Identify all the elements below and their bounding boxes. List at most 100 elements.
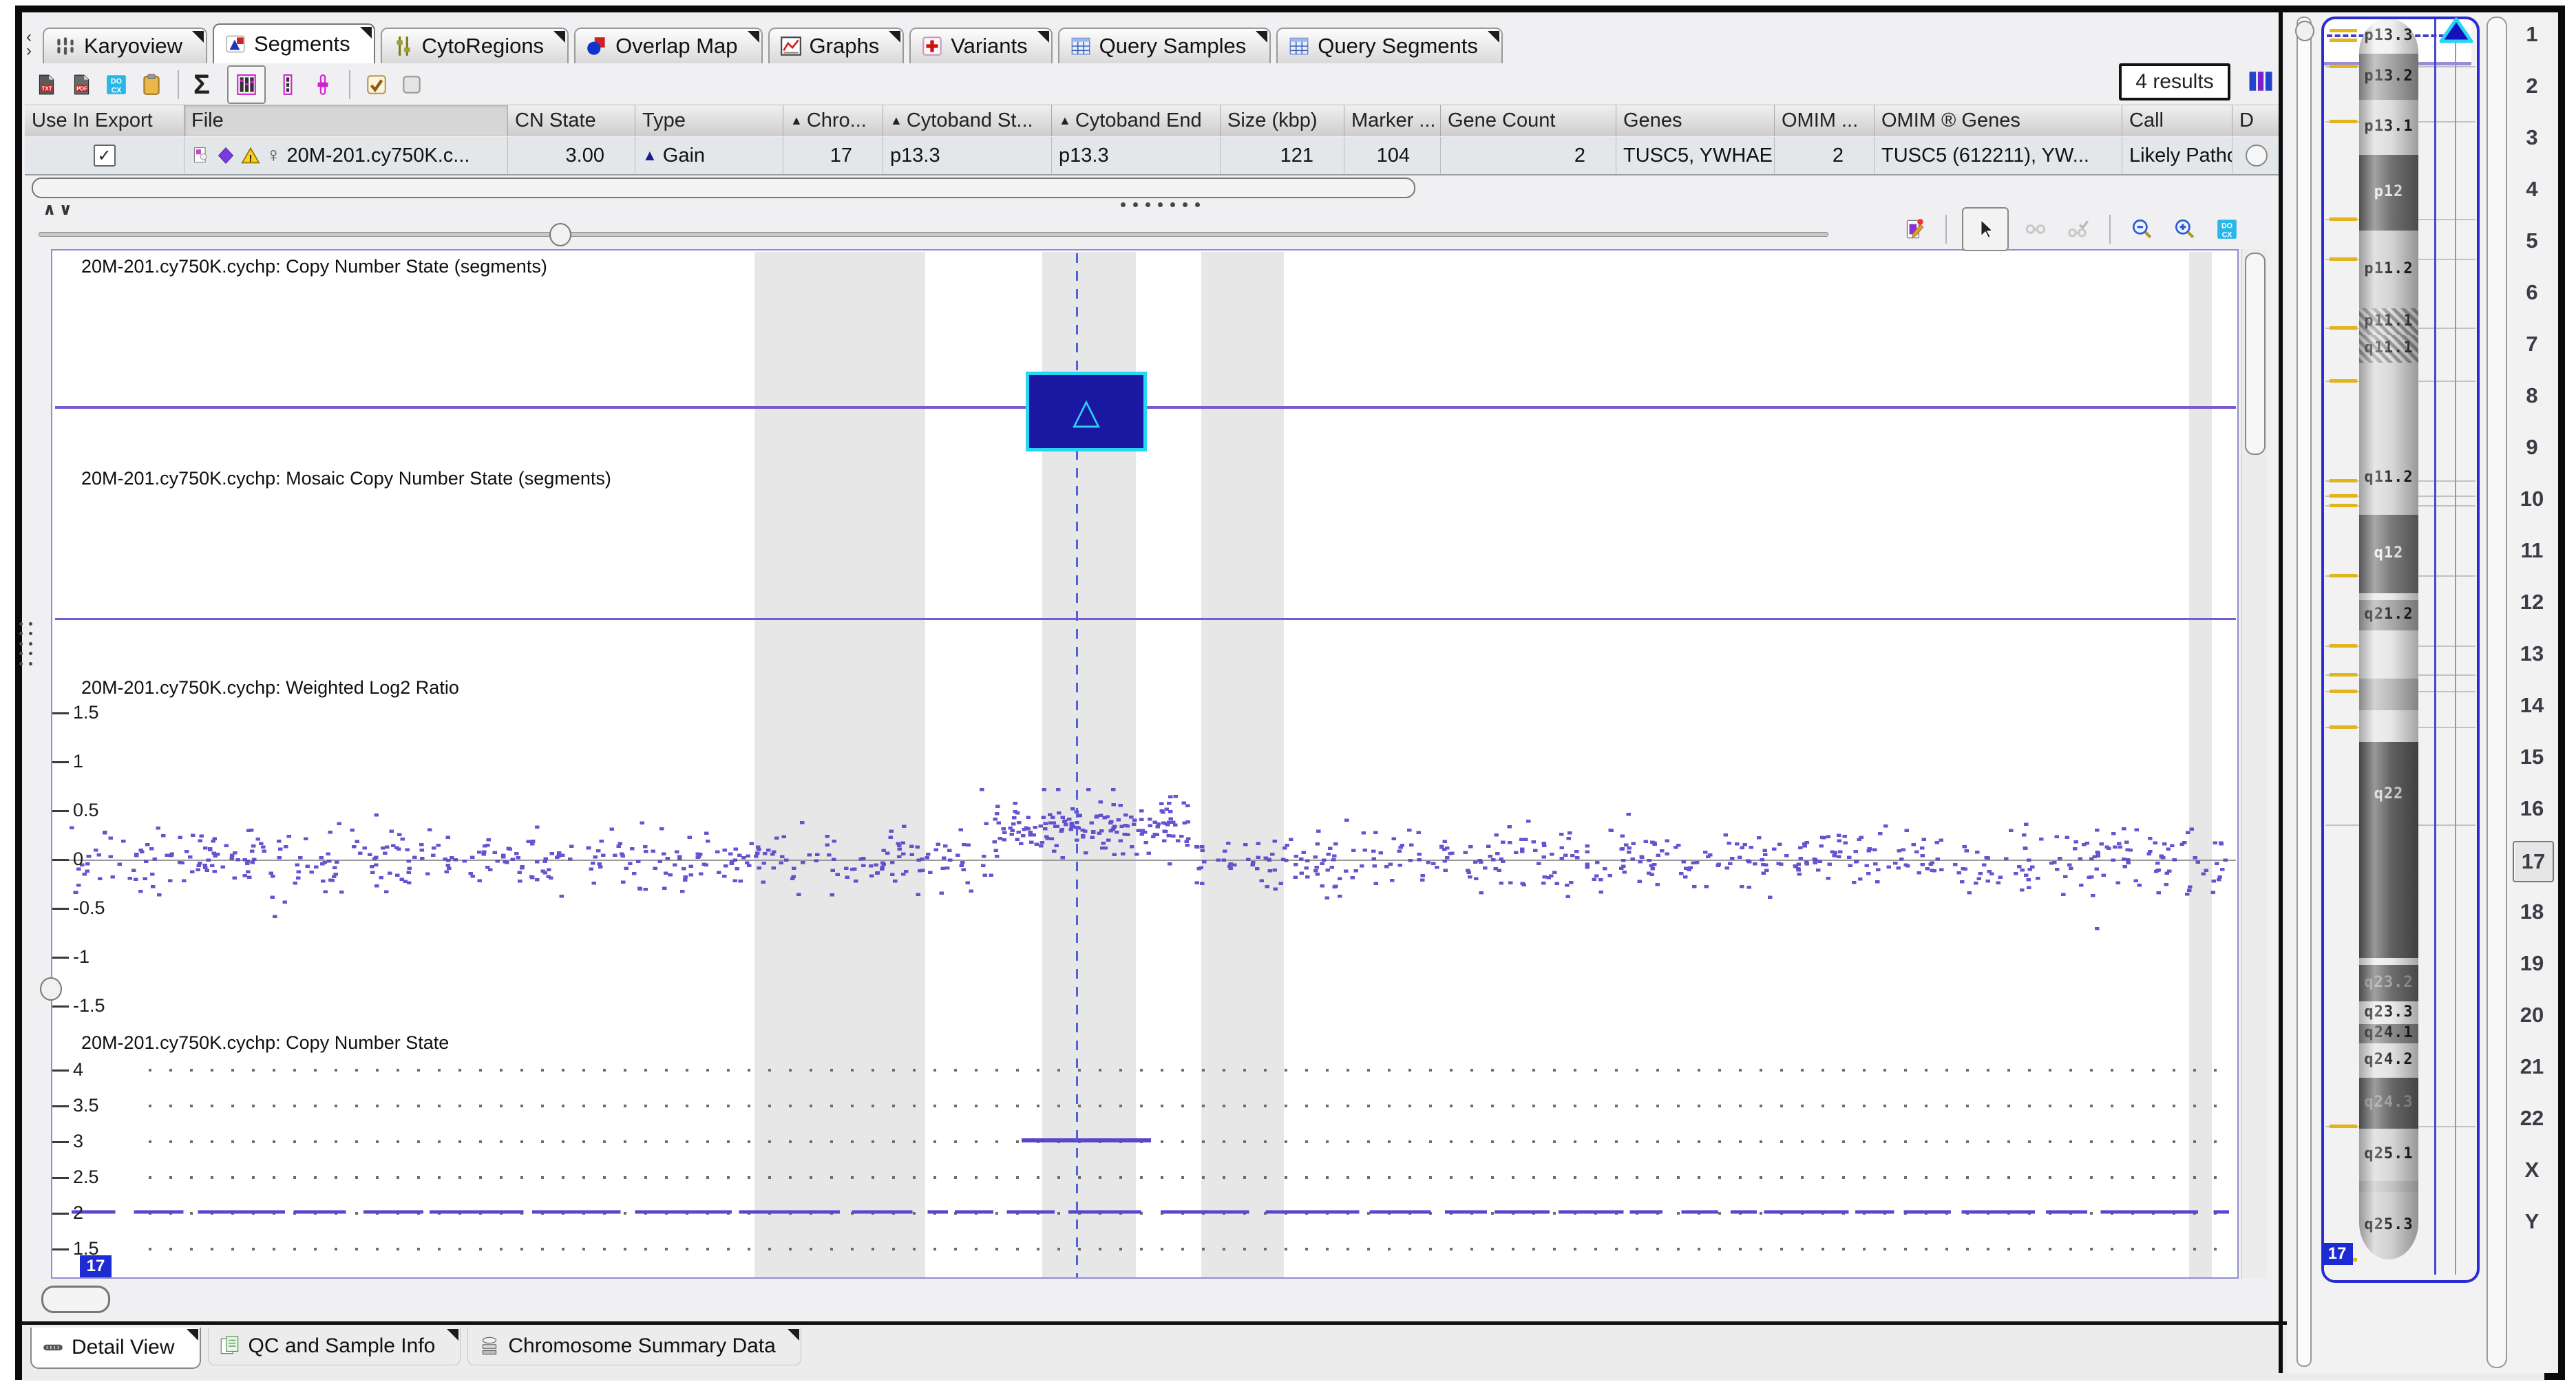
column-header-d[interactable]: D xyxy=(2232,105,2281,136)
chromosome-item-13[interactable]: 13 xyxy=(2513,635,2551,673)
chromosome-item-11[interactable]: 11 xyxy=(2513,531,2551,570)
ideogram-scrollbar[interactable] xyxy=(2487,17,2507,1368)
clear-all-checkbox-button[interactable] xyxy=(399,72,425,98)
chromosome-item-14[interactable]: 14 xyxy=(2513,686,2551,725)
column-header-type[interactable]: Type xyxy=(635,105,783,136)
table-horizontal-scrollbar[interactable] xyxy=(32,178,1415,198)
view-strip-button[interactable] xyxy=(275,72,301,98)
bottom-tab-label: Chromosome Summary Data xyxy=(508,1334,775,1358)
chromosome-item-5[interactable]: 5 xyxy=(2513,222,2551,260)
column-header-call[interactable]: Call xyxy=(2122,105,2232,136)
row-status-circle-icon xyxy=(2246,145,2268,167)
collapse-icon[interactable]: ∧ xyxy=(43,200,56,220)
cell-extra xyxy=(2232,137,2281,174)
cell-marker-count: 104 xyxy=(1344,137,1441,174)
export-txt-button[interactable]: TXT xyxy=(33,72,59,98)
view-table-button[interactable] xyxy=(227,65,266,104)
chromosome-item-19[interactable]: 19 xyxy=(2513,944,2551,983)
tab-scroll-buttons[interactable]: ‹› xyxy=(26,30,32,58)
chromosome-ideogram[interactable]: p13.3p13.2p13.1p12p11.2p11.1q11.1q11.2q1… xyxy=(2359,19,2418,1259)
column-header-omim-[interactable]: OMIM ... xyxy=(1775,105,1875,136)
sigma-button[interactable]: Σ xyxy=(192,72,218,98)
column-header-marker-[interactable]: Marker ... xyxy=(1344,105,1441,136)
ideogram-zoom-thumb[interactable] xyxy=(2295,21,2314,41)
chromosome-item-21[interactable]: 21 xyxy=(2513,1047,2551,1086)
bottom-tab-chromosome-summary-data[interactable]: Chromosome Summary Data xyxy=(467,1328,801,1365)
left-slider-thumb[interactable] xyxy=(40,977,62,1001)
table-row[interactable]: ✓!♀20M-201.cy750K.c...3.00▲Gain17p13.3p1… xyxy=(25,137,2281,175)
detail-plot[interactable]: 20M-201.cy750K.cychp: Copy Number State … xyxy=(51,249,2239,1279)
zoom-in-button[interactable] xyxy=(2168,213,2200,245)
row-checkbox[interactable]: ✓ xyxy=(94,145,116,167)
chromosome-item-3[interactable]: 3 xyxy=(2513,118,2551,157)
column-header-omim-genes[interactable]: OMIM ® Genes xyxy=(1875,105,2122,136)
chromosome-item-2[interactable]: 2 xyxy=(2513,67,2551,105)
chromosome-item-1[interactable]: 1 xyxy=(2513,15,2551,54)
chromosome-item-17[interactable]: 17 xyxy=(2513,841,2554,882)
annotation-button[interactable] xyxy=(1899,213,1930,245)
zoom-out-button[interactable] xyxy=(2126,213,2157,245)
chromosome-item-6[interactable]: 6 xyxy=(2513,273,2551,312)
cursor-button[interactable] xyxy=(1962,207,2009,251)
chromosome-item-15[interactable]: 15 xyxy=(2513,738,2551,776)
copy-clipboard-button[interactable] xyxy=(138,72,165,98)
export-docx-button[interactable]: DOCX xyxy=(103,72,129,98)
chromosome-item-18[interactable]: 18 xyxy=(2513,893,2551,931)
chromosome-item-16[interactable]: 16 xyxy=(2513,789,2551,828)
column-header-gene-count[interactable]: Gene Count xyxy=(1441,105,1616,136)
zoom-slider-thumb[interactable] xyxy=(549,223,571,246)
column-header-use-in-export[interactable]: Use In Export xyxy=(25,105,184,136)
zoom-slider-track[interactable] xyxy=(39,232,1828,237)
chromosome-item-8[interactable]: 8 xyxy=(2513,376,2551,415)
marker-tick-icon xyxy=(2330,379,2357,383)
tab-overlap-map[interactable]: Overlap Map xyxy=(574,28,762,63)
plot-vertical-scrollbar[interactable] xyxy=(2241,249,2267,1279)
chromosome-item-22[interactable]: 22 xyxy=(2513,1099,2551,1138)
chromosome-item-9[interactable]: 9 xyxy=(2513,428,2551,467)
log2-tick-label: 1 xyxy=(73,751,83,772)
tab-cytoregions[interactable]: CytoRegions xyxy=(381,28,569,63)
column-header-file[interactable]: File xyxy=(184,105,508,136)
tab-query-segments[interactable]: Query Segments xyxy=(1276,28,1503,63)
chromosome-item-Y[interactable]: Y xyxy=(2513,1202,2551,1241)
export-docx-button[interactable]: DOCX xyxy=(2211,213,2243,245)
columns-icon[interactable] xyxy=(2246,66,2276,96)
chromosome-item-X[interactable]: X xyxy=(2513,1151,2551,1189)
tab-segments[interactable]: Segments xyxy=(213,23,375,63)
chromosome-item-4[interactable]: 4 xyxy=(2513,170,2551,209)
tab-query-samples[interactable]: Query Samples xyxy=(1058,28,1271,63)
row-height-buttons[interactable]: ∧∨ xyxy=(43,200,72,220)
ideogram-zoom-track[interactable] xyxy=(2297,17,2312,1367)
column-header-genes[interactable]: Genes xyxy=(1616,105,1775,136)
bottom-tab-detail-view[interactable]: Detail View xyxy=(30,1328,201,1369)
zoom-slider[interactable] xyxy=(39,227,1828,239)
chromosome-item-20[interactable]: 20 xyxy=(2513,996,2551,1034)
tab-corner-icon xyxy=(192,31,204,43)
column-header-cytoband-end[interactable]: ▲Cytoband End xyxy=(1052,105,1221,136)
tab-karyoview[interactable]: Karyoview xyxy=(43,28,207,63)
gain-marker-icon[interactable] xyxy=(2438,17,2474,44)
scroll-right-icon[interactable]: › xyxy=(26,44,32,58)
column-header-chro-[interactable]: ▲Chro... xyxy=(783,105,883,136)
panel-splitter[interactable] xyxy=(2279,12,2283,1373)
column-header-cytoband-st-[interactable]: ▲Cytoband St... xyxy=(883,105,1052,136)
splitter-handle[interactable] xyxy=(1121,202,1200,207)
left-splitter-grip[interactable] xyxy=(19,622,34,668)
column-label: File xyxy=(191,109,224,132)
export-pdf-button[interactable]: PDF xyxy=(68,72,94,98)
column-label: Type xyxy=(642,109,686,132)
bottom-tab-qc-and-sample-info[interactable]: QC and Sample Info xyxy=(208,1328,461,1365)
column-header-cn-state[interactable]: CN State xyxy=(508,105,635,136)
column-header-size-kbp-[interactable]: Size (kbp) xyxy=(1221,105,1344,136)
plot-vscroll-thumb[interactable] xyxy=(2245,253,2266,455)
expand-icon[interactable]: ∨ xyxy=(59,200,73,220)
chromosome-item-7[interactable]: 7 xyxy=(2513,325,2551,363)
tab-graphs[interactable]: Graphs xyxy=(768,28,905,63)
chromosome-item-12[interactable]: 12 xyxy=(2513,583,2551,621)
gain-segment-marker[interactable]: △ xyxy=(1026,372,1147,451)
select-all-checkbox-button[interactable] xyxy=(363,72,390,98)
tab-variants[interactable]: Variants xyxy=(909,28,1052,63)
plot-horizontal-scrollbar-thumb[interactable] xyxy=(41,1286,110,1313)
view-chromosome-button[interactable] xyxy=(310,72,336,98)
chromosome-item-10[interactable]: 10 xyxy=(2513,480,2551,518)
